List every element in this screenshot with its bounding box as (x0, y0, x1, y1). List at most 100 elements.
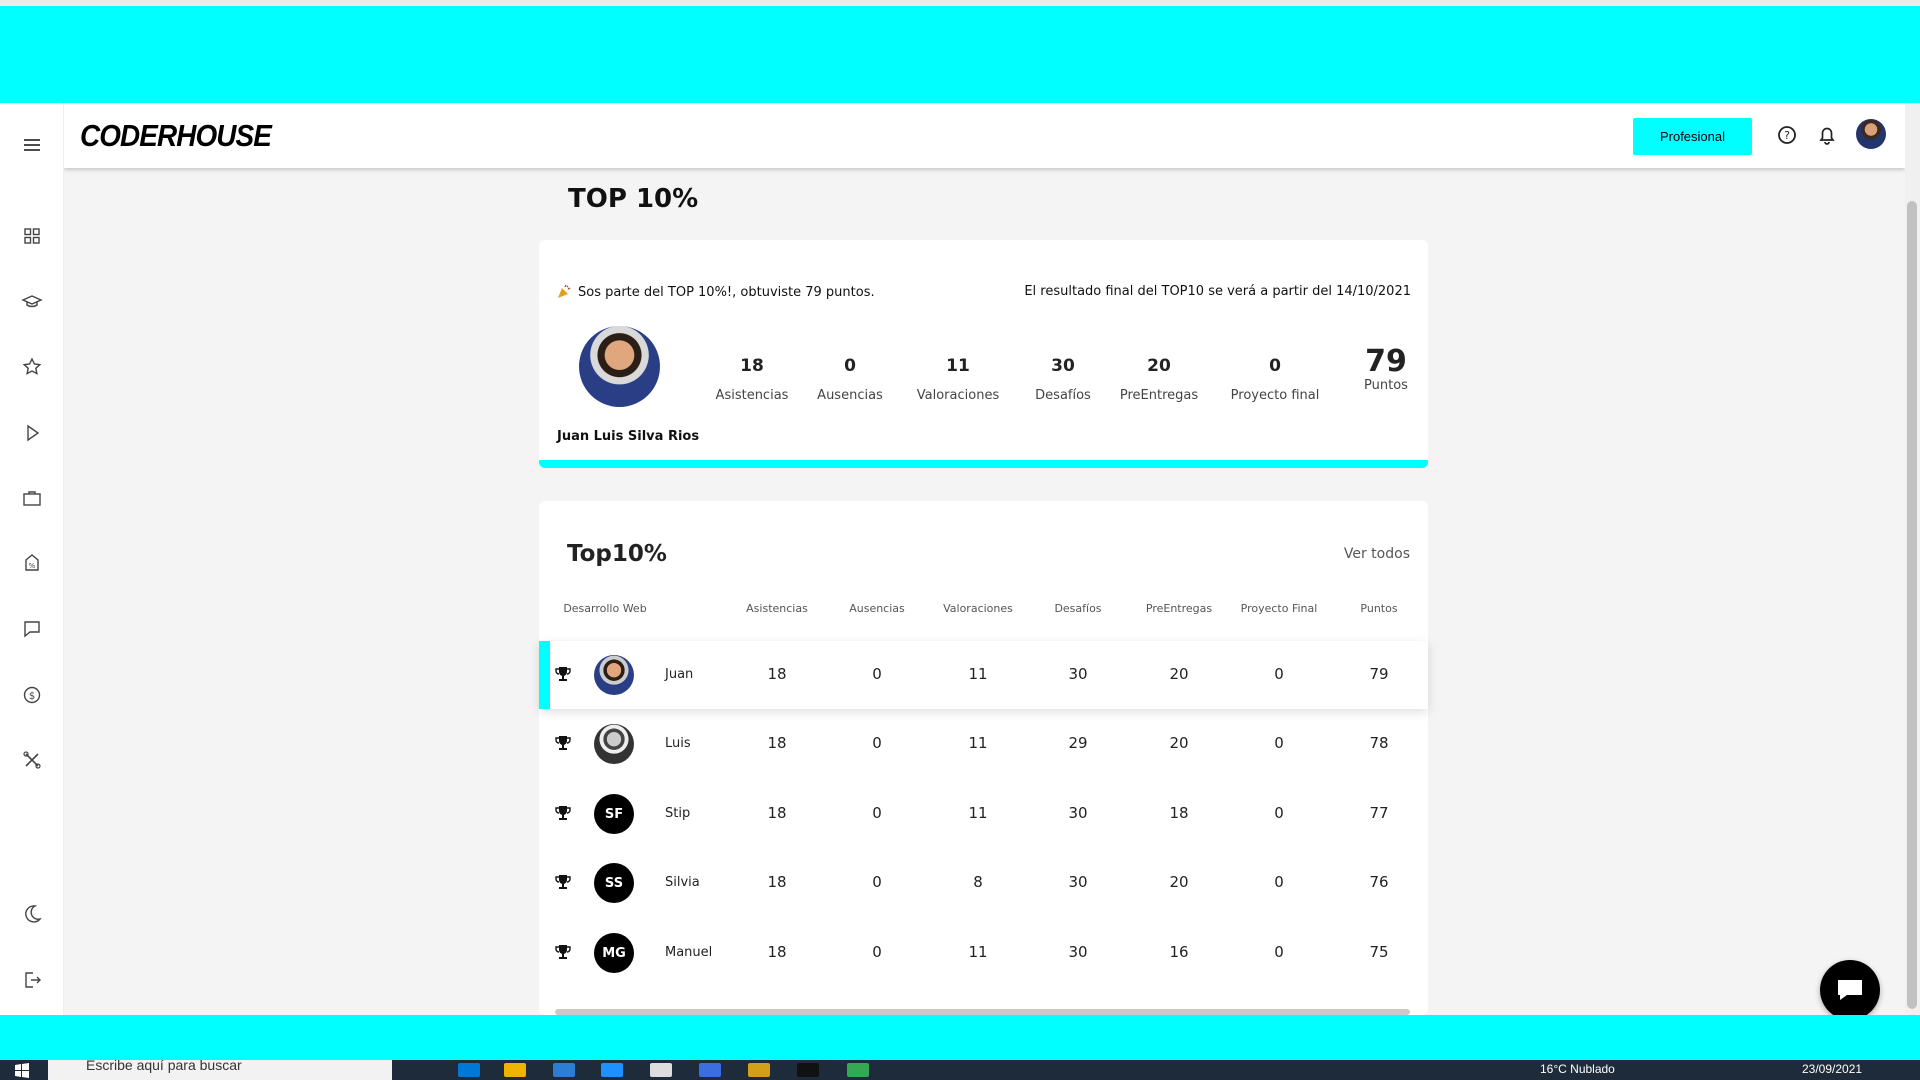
profile-photo (579, 326, 660, 407)
discount-tag-icon[interactable]: % (20, 551, 44, 575)
dashboard-icon[interactable] (20, 224, 44, 248)
row-avatar: SF (594, 794, 634, 834)
cell-puntos: 76 (1369, 873, 1389, 891)
bell-icon[interactable] (1815, 123, 1839, 147)
column-header: PreEntregas (1145, 602, 1213, 615)
row-name: Silvia (665, 875, 700, 890)
star-icon[interactable] (20, 355, 44, 379)
user-name: Juan Luis Silva Rios (557, 429, 700, 444)
chrome-app-icon[interactable] (847, 1063, 869, 1077)
windows-start-icon[interactable] (14, 1063, 30, 1079)
menu-icon[interactable] (20, 133, 44, 157)
stat-asistencias: 18 Asistencias (697, 356, 807, 403)
cell-valoraciones: 11 (968, 665, 988, 683)
stat-value: 0 (844, 356, 856, 376)
cell-preentregas: 20 (1169, 665, 1189, 683)
cell-proyecto: 0 (1274, 943, 1284, 961)
trophy-icon (555, 806, 571, 820)
table-row[interactable]: MG Manuel 18 0 11 30 16 0 75 (539, 919, 1428, 987)
taskbar-search-input[interactable]: Escribe aquí para buscar (48, 1060, 392, 1080)
stat-label: Asistencias (715, 388, 789, 403)
windows-taskbar: Escribe aquí para buscar 16°C Nublado 23… (0, 1060, 1920, 1080)
top-message-text: Sos parte del TOP 10%!, obtuviste 79 pun… (578, 284, 875, 300)
coderhouse-logo[interactable]: CODERHOUSE (80, 118, 272, 154)
cell-asistencias: 18 (767, 804, 787, 822)
stat-label: Desafíos (1035, 388, 1091, 403)
table-row[interactable]: Luis 18 0 11 29 20 0 78 (539, 710, 1428, 778)
user-avatar[interactable] (1856, 119, 1886, 149)
explorer-app-icon[interactable] (504, 1063, 526, 1077)
party-popper-icon (558, 284, 571, 298)
cell-desafios: 30 (1068, 665, 1088, 683)
cell-preentregas: 18 (1169, 804, 1189, 822)
stat-value: 20 (1147, 356, 1171, 376)
stat-label: Puntos (1364, 378, 1408, 393)
summary-accent-bar (539, 460, 1428, 468)
row-avatar: MG (594, 933, 634, 973)
tools-icon[interactable] (20, 748, 44, 772)
cell-proyecto: 0 (1274, 804, 1284, 822)
chat-bubble-icon (1838, 980, 1862, 1000)
ver-todos-link[interactable]: Ver todos (1344, 546, 1410, 562)
stat-value: 18 (740, 356, 764, 376)
vertical-scrollbar[interactable] (1905, 103, 1920, 1015)
active-row-accent (539, 641, 550, 709)
cell-proyecto: 0 (1274, 873, 1284, 891)
table-row[interactable]: Juan 18 0 11 30 20 0 79 (539, 641, 1428, 709)
row-name: Manuel (665, 945, 713, 960)
cell-puntos: 78 (1369, 734, 1389, 752)
table-row[interactable]: SS Silvia 18 0 8 30 20 0 76 (539, 849, 1428, 917)
row-avatar: SS (594, 863, 634, 903)
cell-ausencias: 0 (872, 943, 882, 961)
column-header: Proyecto Final (1240, 602, 1318, 615)
stat-label: PreEntregas (1119, 388, 1199, 403)
store-app-icon[interactable] (553, 1063, 575, 1077)
column-header: Desafíos (1054, 602, 1102, 615)
row-avatar (594, 655, 634, 695)
chat-button[interactable] (1820, 960, 1880, 1020)
cell-ausencias: 0 (872, 804, 882, 822)
weather-text[interactable]: 16°C Nublado (1540, 1062, 1615, 1076)
cell-preentregas: 20 (1169, 873, 1189, 891)
cell-asistencias: 18 (767, 873, 787, 891)
terminal-app-icon[interactable] (797, 1063, 819, 1077)
top-message: Sos parte del TOP 10%!, obtuviste 79 pun… (556, 284, 875, 300)
stat-label: Ausencias (817, 388, 883, 403)
page-title: TOP 10% (568, 184, 699, 214)
briefcase-icon[interactable] (20, 486, 44, 510)
profesional-button[interactable]: Profesional (1633, 118, 1752, 155)
graduation-cap-icon[interactable] (20, 290, 44, 314)
logout-icon[interactable] (20, 968, 44, 992)
sidebar: % $ (0, 103, 64, 1015)
stat-label: Proyecto final (1230, 388, 1320, 403)
cell-valoraciones: 8 (973, 873, 983, 891)
ranking-title: Top10% (567, 541, 667, 567)
moon-icon[interactable] (20, 902, 44, 926)
table-row[interactable]: SF Stip 18 0 11 30 18 0 77 (539, 780, 1428, 848)
app-icon[interactable] (650, 1063, 672, 1077)
chat-icon[interactable] (20, 617, 44, 641)
cell-proyecto: 0 (1274, 734, 1284, 752)
cell-asistencias: 18 (767, 943, 787, 961)
scrollbar-thumb[interactable] (1907, 201, 1917, 1009)
cell-desafios: 30 (1068, 943, 1088, 961)
result-notice: El resultado final del TOP10 se verá a p… (1024, 284, 1411, 299)
cell-desafios: 29 (1068, 734, 1088, 752)
zoom-app-icon[interactable] (699, 1063, 721, 1077)
cell-valoraciones: 11 (968, 804, 988, 822)
play-icon[interactable] (20, 421, 44, 445)
cell-valoraciones: 11 (968, 943, 988, 961)
stat-ausencias: 0 Ausencias (795, 356, 905, 403)
row-avatar (594, 724, 634, 764)
app-header: CODERHOUSE Profesional ? (64, 103, 1905, 168)
column-header: Puntos (1360, 602, 1398, 615)
mail-app-icon[interactable] (601, 1063, 623, 1077)
cell-preentregas: 16 (1169, 943, 1189, 961)
folder-app-icon[interactable] (748, 1063, 770, 1077)
taskbar-date[interactable]: 23/09/2021 (1802, 1062, 1862, 1076)
help-icon[interactable]: ? (1775, 123, 1799, 147)
column-header: Valoraciones (943, 602, 1013, 615)
browser-edge (0, 0, 1920, 6)
edge-app-icon[interactable] (458, 1063, 480, 1077)
dollar-icon[interactable]: $ (20, 683, 44, 707)
